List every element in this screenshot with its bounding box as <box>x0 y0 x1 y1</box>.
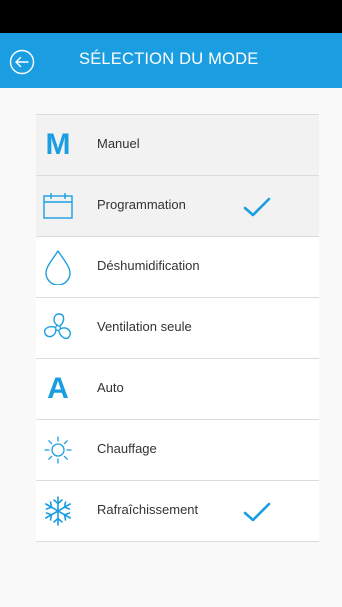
status-bar <box>0 0 342 33</box>
mode-item-programmation[interactable]: Programmation <box>36 176 319 237</box>
mode-item-manuel[interactable]: M Manuel <box>36 115 319 176</box>
water-drop-icon <box>40 249 76 285</box>
mode-label: Déshumidification <box>97 258 200 273</box>
mode-item-rafraichissement[interactable]: Rafraîchissement <box>36 481 319 542</box>
mode-list: M Manuel Programmation Déshumidification… <box>36 114 319 542</box>
mode-item-deshumidification[interactable]: Déshumidification <box>36 237 319 298</box>
page-title: SÉLECTION DU MODE <box>79 50 259 68</box>
calendar-icon <box>40 188 76 224</box>
mode-label: Auto <box>97 380 124 395</box>
check-icon <box>242 500 272 524</box>
sun-icon <box>40 432 76 468</box>
letter-a-icon: A <box>47 372 69 405</box>
mode-item-auto[interactable]: A Auto <box>36 359 319 420</box>
snowflake-icon <box>40 493 76 529</box>
back-arrow-icon[interactable] <box>9 49 35 75</box>
mode-label: Programmation <box>97 197 186 212</box>
letter-m-icon: M <box>45 128 71 161</box>
mode-label: Ventilation seule <box>97 319 192 334</box>
mode-label: Manuel <box>97 136 140 151</box>
check-icon <box>242 195 272 219</box>
mode-item-ventilation-seule[interactable]: Ventilation seule <box>36 298 319 359</box>
mode-label: Chauffage <box>97 441 157 456</box>
content-area: M Manuel Programmation Déshumidification… <box>0 88 342 607</box>
app-header: SÉLECTION DU MODE <box>0 33 342 88</box>
mode-item-chauffage[interactable]: Chauffage <box>36 420 319 481</box>
fan-icon <box>40 310 76 346</box>
mode-label: Rafraîchissement <box>97 502 199 517</box>
